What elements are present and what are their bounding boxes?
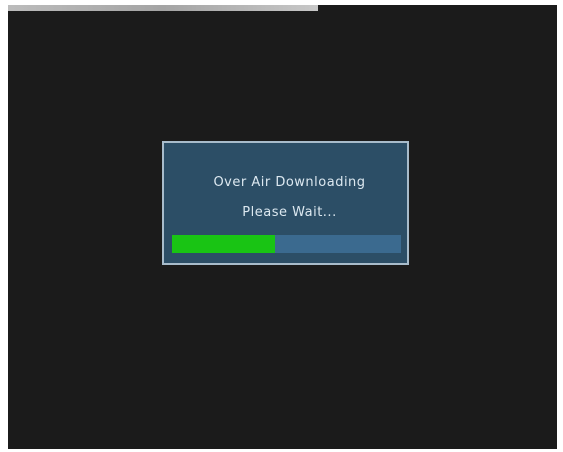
please-wait-message: Please Wait... (242, 205, 337, 220)
download-progress-bar (172, 235, 401, 253)
download-progress-fill (172, 235, 276, 253)
tv-screen: Over Air Downloading Please Wait... (8, 5, 557, 449)
download-message: Over Air Downloading (213, 175, 366, 190)
screen-top-glare (8, 5, 318, 11)
download-dialog: Over Air Downloading Please Wait... (162, 141, 409, 265)
